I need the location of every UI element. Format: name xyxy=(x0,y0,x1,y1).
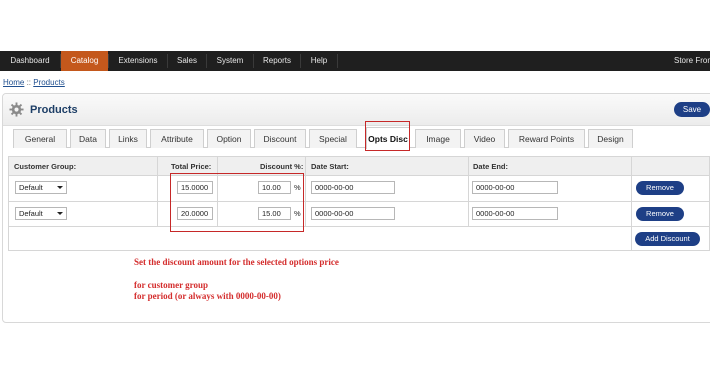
tab-highlight-box xyxy=(365,121,410,151)
breadcrumb-products[interactable]: Products xyxy=(33,78,65,87)
top-menu-bar: Dashboard Catalog Extensions Sales Syste… xyxy=(0,51,710,71)
date-end-input[interactable]: 0000-00-00 xyxy=(472,181,558,194)
note-discount-amount: Set the discount amount for the selected… xyxy=(134,257,339,267)
menu-separator xyxy=(337,54,338,68)
tab-general[interactable]: General xyxy=(13,129,67,148)
tab-reward-points[interactable]: Reward Points xyxy=(508,129,585,148)
breadcrumb-separator: :: xyxy=(24,78,34,87)
column-divider xyxy=(631,157,632,251)
gear-icon xyxy=(9,102,24,117)
customer-group-value: Default xyxy=(19,209,43,218)
row-divider xyxy=(9,201,709,202)
add-discount-button[interactable]: Add Discount xyxy=(635,232,700,246)
chevron-down-icon xyxy=(57,186,63,189)
column-date-end: Date End: xyxy=(473,162,509,171)
tab-special[interactable]: Special xyxy=(309,129,357,148)
date-start-input[interactable]: 0000-00-00 xyxy=(311,181,395,194)
note-customer-group: for customer group xyxy=(134,280,208,290)
breadcrumb: Home :: Products xyxy=(3,78,65,87)
store-front-link[interactable]: Store Fron xyxy=(674,51,710,71)
save-button[interactable]: Save xyxy=(674,102,710,117)
column-divider xyxy=(468,157,469,226)
row-divider xyxy=(9,226,709,227)
chevron-down-icon xyxy=(57,212,63,215)
date-start-input[interactable]: 0000-00-00 xyxy=(311,207,395,220)
menu-extensions[interactable]: Extensions xyxy=(109,51,167,71)
column-divider xyxy=(157,157,158,226)
column-divider xyxy=(305,157,306,226)
page-title: Products xyxy=(30,104,78,116)
customer-group-value: Default xyxy=(19,183,43,192)
customer-group-select[interactable]: Default xyxy=(15,207,67,220)
tab-image[interactable]: Image xyxy=(415,129,461,148)
menu-system[interactable]: System xyxy=(207,51,253,71)
menu-help[interactable]: Help xyxy=(301,51,337,71)
tab-attribute[interactable]: Attribute xyxy=(150,129,204,148)
date-end-input[interactable]: 0000-00-00 xyxy=(472,207,558,220)
tab-links[interactable]: Links xyxy=(109,129,147,148)
menu-reports[interactable]: Reports xyxy=(254,51,300,71)
menu-dashboard[interactable]: Dashboard xyxy=(0,51,60,71)
menu-catalog[interactable]: Catalog xyxy=(61,51,108,71)
remove-button[interactable]: Remove xyxy=(636,181,684,195)
menu-sales[interactable]: Sales xyxy=(168,51,206,71)
note-period: for period (or always with 0000-00-00) xyxy=(134,291,281,301)
values-highlight-box xyxy=(170,173,304,232)
remove-button[interactable]: Remove xyxy=(636,207,684,221)
tab-design[interactable]: Design xyxy=(588,129,633,148)
column-customer-group: Customer Group: xyxy=(14,162,77,171)
tab-video[interactable]: Video xyxy=(464,129,505,148)
tab-bar: General Data Links Attribute Option Disc… xyxy=(13,127,633,149)
table-header: Customer Group: Total Price: Discount %:… xyxy=(9,157,709,176)
tab-option[interactable]: Option xyxy=(207,129,251,148)
tab-data[interactable]: Data xyxy=(70,129,106,148)
customer-group-select[interactable]: Default xyxy=(15,181,67,194)
panel-header: Products xyxy=(3,94,710,126)
options-discount-table: Customer Group: Total Price: Discount %:… xyxy=(8,156,710,251)
tab-discount[interactable]: Discount xyxy=(254,129,306,148)
column-date-start: Date Start: xyxy=(311,162,349,171)
breadcrumb-home[interactable]: Home xyxy=(3,78,24,87)
